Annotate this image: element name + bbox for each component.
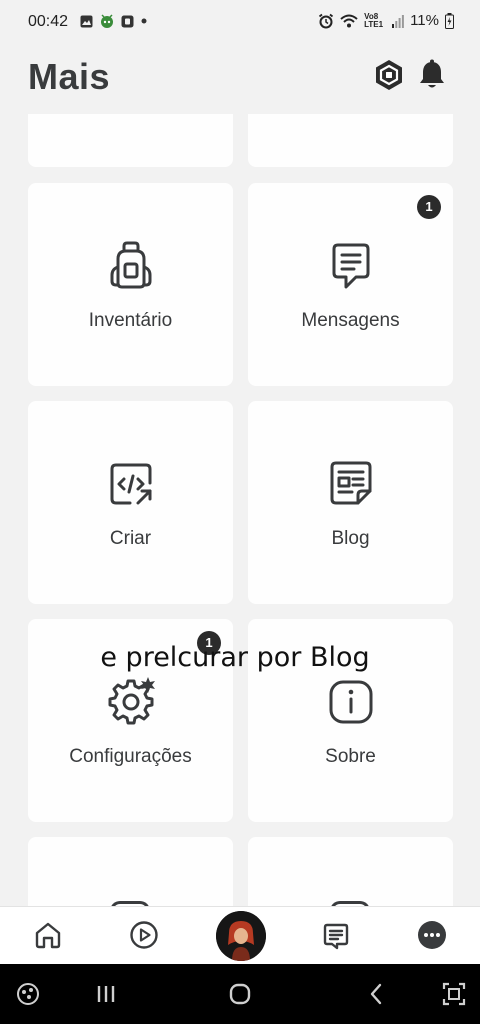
more-icon[interactable] — [416, 919, 448, 951]
status-time: 00:42 — [28, 13, 69, 30]
android-face-icon — [101, 14, 113, 28]
page-title: Mais — [28, 56, 111, 97]
gallery-icon — [80, 15, 93, 27]
backpack-icon — [110, 241, 151, 289]
screenshot-capture-icon[interactable] — [440, 980, 468, 1008]
tile-partial-top-left[interactable] — [28, 114, 233, 167]
app-notification-icon — [121, 15, 134, 27]
battery-percent: 11% — [410, 12, 439, 29]
tile-partial-top-right[interactable] — [248, 114, 453, 167]
create-code-icon — [110, 463, 151, 505]
network-type: Vo8 LTE1 — [364, 11, 384, 29]
tile-partial-bottom-left[interactable] — [28, 837, 233, 906]
tile-create-label: Criar — [109, 528, 152, 549]
tile-blog-label: Blog — [331, 528, 370, 549]
recent-apps-icon[interactable] — [92, 980, 120, 1008]
status-bar: 00:42 Vo8 LTE1 11% — [0, 0, 480, 44]
chat-icon[interactable] — [320, 919, 352, 951]
header: Mais — [0, 44, 480, 114]
settings-gear-icon — [108, 677, 155, 725]
messages-icon — [332, 243, 369, 289]
home-button-icon[interactable] — [226, 980, 254, 1008]
tile-create[interactable]: Criar — [28, 401, 233, 604]
android-navigation-bar — [0, 964, 480, 1024]
info-icon — [329, 680, 372, 724]
signal-icon — [392, 14, 404, 28]
tile-blog[interactable]: Blog — [248, 401, 453, 604]
tile-about-label: Sobre — [325, 746, 376, 767]
more-menu-grid: Inventário 1 Mensagens Criar Blog 1 Conf… — [0, 114, 480, 906]
game-launcher-icon[interactable] — [14, 980, 42, 1008]
tile-messages[interactable]: 1 Mensagens — [248, 183, 453, 386]
wifi-icon — [340, 14, 358, 27]
blog-icon — [330, 461, 371, 505]
robux-icon[interactable] — [372, 58, 406, 92]
avatar[interactable] — [216, 911, 266, 961]
discover-play-icon[interactable] — [128, 919, 160, 951]
bottom-navigation — [0, 906, 480, 964]
home-icon[interactable] — [32, 919, 64, 951]
alarm-icon — [319, 13, 334, 28]
dot-icon — [141, 18, 147, 24]
notifications-bell-icon[interactable] — [416, 58, 448, 92]
back-icon[interactable] — [362, 980, 390, 1008]
avatar-figure-icon — [216, 911, 266, 961]
tile-inventory-label: Inventário — [88, 310, 173, 331]
notification-icons — [80, 14, 148, 28]
video-caption: e prelcurar por Blog — [100, 642, 370, 673]
tile-settings-label: Configurações — [69, 746, 192, 767]
battery-charging-icon — [445, 12, 454, 29]
messages-badge: 1 — [417, 195, 441, 219]
status-right: Vo8 LTE1 11% — [318, 12, 454, 29]
tile-partial-bottom-right[interactable] — [248, 837, 453, 906]
tile-messages-label: Mensagens — [301, 310, 400, 331]
tile-inventory[interactable]: Inventário — [28, 183, 233, 386]
